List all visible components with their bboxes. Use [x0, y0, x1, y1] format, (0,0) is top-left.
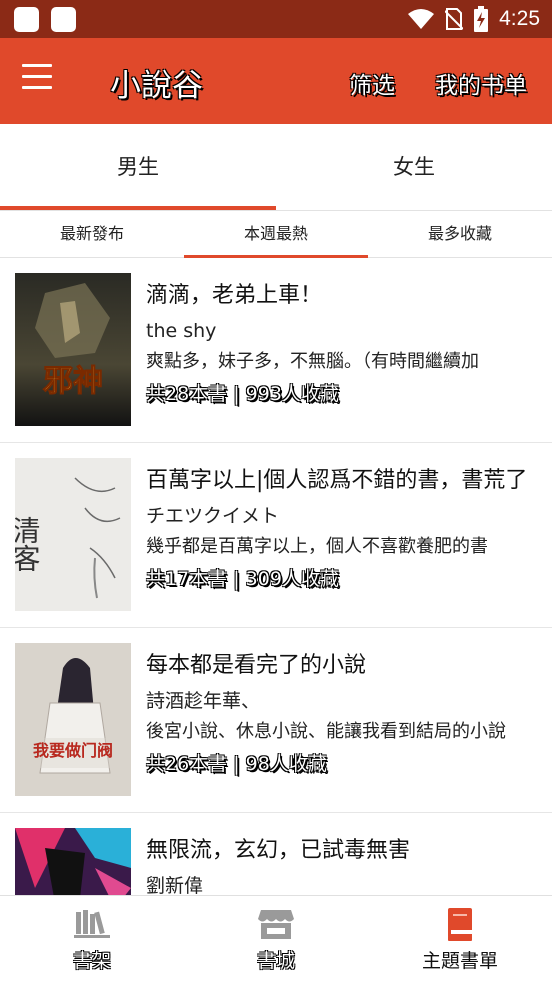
nav-bookstore-label: 書城 [256, 950, 295, 972]
booklist-stats: 共17本書 | 309人收藏 [146, 568, 339, 590]
app-title: 小說谷 [110, 68, 203, 104]
status-time: 4:25 [499, 7, 540, 30]
booklist-author: the shy [146, 320, 217, 342]
booklist-title: 滴滴，老弟上車！ [146, 283, 323, 308]
wifi-icon [408, 9, 435, 29]
hamburger-icon-line [22, 86, 52, 89]
tab-female[interactable]: 女生 [276, 124, 552, 210]
status-bar: 4:25 [0, 0, 552, 38]
cover-text: 邪神 [43, 364, 103, 399]
booklist-description: 幾乎都是百萬字以上，個人不喜歡養肥的書 [146, 536, 488, 557]
booklist-list: 邪神 滴滴，老弟上車！ the shy 爽點多，妹子多，不無腦。（有時間繼續加 … [0, 258, 552, 895]
gender-tabs: 男生 女生 [0, 124, 552, 211]
bookshelf-icon [74, 910, 110, 938]
nav-theme-booklist[interactable]: 主題書單 [368, 896, 552, 982]
bottom-nav: 書架 書城 主題書單 [0, 895, 552, 982]
app-bar: 小說谷 筛选 我的书单 [0, 38, 552, 124]
notification-icons [14, 7, 76, 32]
booklist-title: 無限流，玄幻，已試毒無害 [146, 838, 411, 863]
cover-text: 清客 [15, 516, 42, 572]
booklist-description: 後宮小說、休息小說、能讓我看到結局的小說 [146, 721, 506, 742]
battery-charging-icon [474, 6, 489, 32]
tab-male[interactable]: 男生 [0, 124, 276, 210]
filter-button[interactable]: 筛选 [349, 66, 395, 100]
my-booklist-button[interactable]: 我的书单 [435, 66, 527, 100]
list-item[interactable]: 我要做门阀 每本都是看完了的小說 詩酒趁年華、 後宮小說、休息小說、能讓我看到結… [0, 628, 552, 813]
notification-icon [14, 7, 39, 32]
cover-text: 我要做门阀 [33, 741, 113, 760]
list-item[interactable]: 邪神 滴滴，老弟上車！ the shy 爽點多，妹子多，不無腦。（有時間繼續加 … [0, 258, 552, 443]
nav-bookshelf[interactable]: 書架 [0, 896, 184, 982]
booklist-stats: 共26本書 | 98人收藏 [146, 753, 327, 775]
nav-bookstore[interactable]: 書城 [184, 896, 368, 982]
booklist-icon [448, 908, 472, 941]
book-cover [15, 828, 131, 895]
booklist-title: 百萬字以上|個人認爲不錯的書，書荒了 [146, 468, 528, 493]
list-item[interactable]: 清客 百萬字以上|個人認爲不錯的書，書荒了 チエツクイメト 幾乎都是百萬字以上，… [0, 443, 552, 628]
menu-button[interactable] [22, 64, 62, 98]
notification-icon [51, 7, 76, 32]
nav-bookshelf-label: 書架 [72, 950, 111, 972]
booklist-author: チエツクイメト [146, 505, 280, 527]
sort-tabs: 最新發布 本週最熱 最多收藏 [0, 211, 552, 258]
hamburger-icon [22, 64, 52, 67]
book-cover: 邪神 [15, 273, 131, 426]
book-cover: 我要做门阀 [15, 643, 131, 796]
store-icon [258, 910, 294, 939]
no-sim-icon [445, 8, 464, 30]
booklist-description: 爽點多，妹子多，不無腦。（有時間繼續加 [146, 351, 479, 372]
tab-weekly-hot[interactable]: 本週最熱 [184, 211, 368, 258]
booklist-stats: 共28本書 | 993人收藏 [146, 383, 339, 405]
hamburger-icon-line [22, 75, 52, 78]
nav-theme-booklist-label: 主題書單 [421, 950, 498, 972]
book-cover: 清客 [15, 458, 131, 611]
tab-latest[interactable]: 最新發布 [0, 211, 184, 257]
booklist-author: 詩酒趁年華、 [146, 690, 261, 712]
booklist-author: 劉新偉 [146, 875, 204, 895]
tab-most-favorited[interactable]: 最多收藏 [368, 211, 552, 257]
booklist-title: 每本都是看完了的小說 [146, 653, 367, 678]
list-item[interactable]: 無限流，玄幻，已試毒無害 劉新偉 [0, 813, 552, 895]
